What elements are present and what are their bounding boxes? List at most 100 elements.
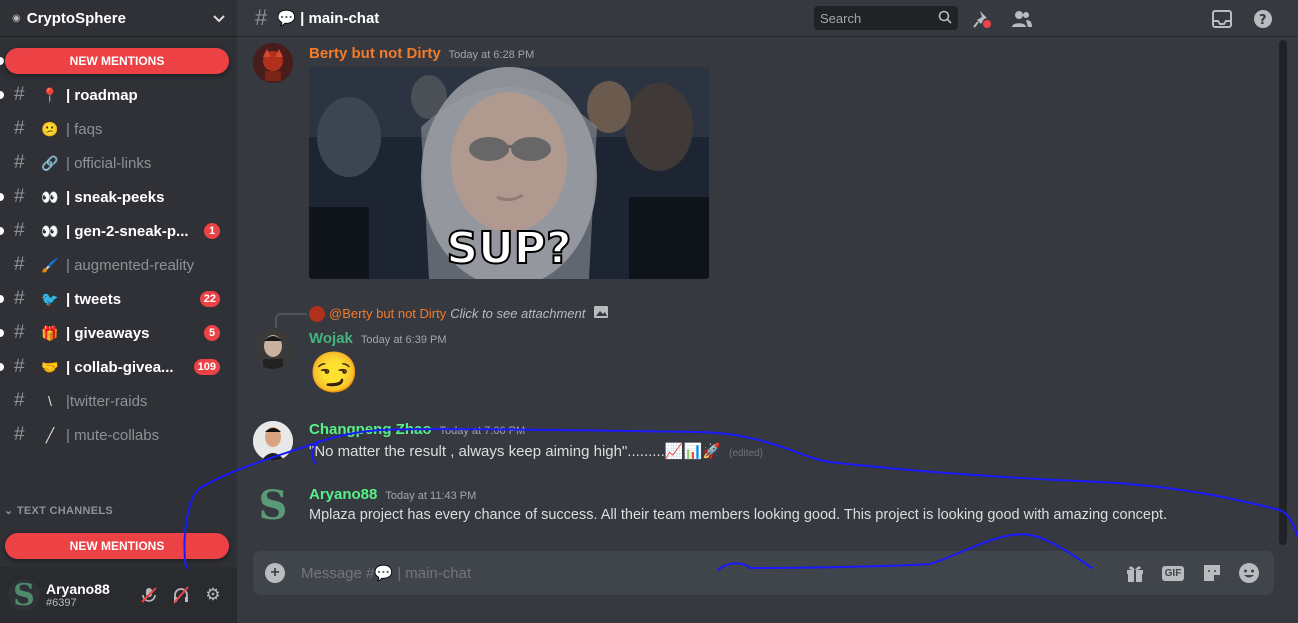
hash-icon: # xyxy=(14,356,25,377)
mute-icon[interactable] xyxy=(133,579,165,611)
edited-label: (edited) xyxy=(729,448,763,459)
reply-text[interactable]: Click to see attachment xyxy=(450,306,585,321)
message-scrollbar[interactable] xyxy=(1279,40,1287,545)
channel-item[interactable]: # 🖌️ | augmented-reality xyxy=(0,248,237,282)
emoji-icon[interactable] xyxy=(1237,562,1261,584)
server-header[interactable]: ◉ CryptoSphere xyxy=(0,0,237,37)
mention-badge: 22 xyxy=(199,291,220,307)
message-timestamp: Today at 6:39 PM xyxy=(360,334,447,346)
search-icon xyxy=(938,10,952,27)
unread-indicator xyxy=(0,57,4,65)
hash-icon: # xyxy=(14,186,25,207)
channel-item[interactable]: # 👀 | gen-2-sneak-p... 1 xyxy=(0,214,237,248)
channel-name: | collab-givea... xyxy=(66,358,174,376)
user-tag: #6397 xyxy=(46,597,77,609)
channel-emoji: 🎁 xyxy=(41,324,59,341)
reply-author[interactable]: @Berty but not Dirty xyxy=(329,306,446,321)
message-author[interactable]: Changpeng Zhao xyxy=(309,421,432,438)
channel-emoji: 🔗 xyxy=(41,154,59,171)
category-text-channels[interactable]: ⌄ TEXT CHANNELS xyxy=(4,504,113,517)
mention-badge: 109 xyxy=(193,359,220,375)
unread-indicator xyxy=(0,91,4,99)
message-author[interactable]: Aryano88 xyxy=(309,486,377,503)
channel-sidebar: ◉ CryptoSphere #📖| our-story1#📍| roadmap… xyxy=(0,0,237,623)
inbox-icon[interactable] xyxy=(1211,8,1233,30)
members-icon[interactable] xyxy=(1011,8,1033,30)
hash-icon: # xyxy=(14,220,25,241)
message-author[interactable]: Berty but not Dirty xyxy=(309,45,441,62)
channel-header: # 💬 | main-chat xyxy=(237,0,1298,37)
message-header: Changpeng Zhao Today at 7:06 PM xyxy=(309,421,525,438)
avatar[interactable] xyxy=(253,421,293,461)
add-attachment-icon[interactable]: + xyxy=(265,563,285,583)
message-timestamp: Today at 7:06 PM xyxy=(439,425,526,437)
channel-item[interactable]: # ╱ | mute-collabs xyxy=(0,418,237,452)
channel-emoji: 🖌️ xyxy=(41,256,59,273)
channel-list: #📖| our-story1#📍| roadmap#😕| faqs#🔗| off… xyxy=(0,44,237,452)
image-icon xyxy=(593,305,609,322)
message-input[interactable]: Message #💬 | main-chat xyxy=(301,564,471,582)
username: Aryano88 xyxy=(46,581,110,597)
avatar[interactable] xyxy=(253,43,293,83)
pin-icon[interactable] xyxy=(971,8,993,30)
channel-emoji: 👀 xyxy=(41,222,59,239)
gif-caption: SUP? xyxy=(446,223,571,274)
hash-icon: # xyxy=(14,118,25,139)
gift-icon[interactable] xyxy=(1123,562,1147,584)
channel-emoji: 📍 xyxy=(41,86,59,103)
reply-avatar xyxy=(309,305,325,322)
channel-name: | mute-collabs xyxy=(66,426,160,444)
message-emoji: 😏 xyxy=(309,351,359,395)
new-mentions-bottom-button[interactable]: NEW MENTIONS xyxy=(5,533,229,559)
server-badge-icon: ◉ xyxy=(12,12,21,24)
channel-name: | sneak-peeks xyxy=(66,188,165,206)
channel-item[interactable]: # 🤝 | collab-givea... 109 xyxy=(0,350,237,384)
channel-emoji: 😕 xyxy=(41,120,59,137)
channel-name: | faqs xyxy=(66,120,103,138)
hash-icon: # xyxy=(14,424,25,445)
channel-name: | giveaways xyxy=(66,324,150,342)
message-header: Aryano88 Today at 11:43 PM xyxy=(309,486,476,503)
new-mentions-top-button[interactable]: NEW MENTIONS xyxy=(5,48,229,74)
channel-emoji: 🐦 xyxy=(41,290,59,307)
search-input[interactable]: Search xyxy=(814,6,958,30)
deafen-icon[interactable] xyxy=(165,579,197,611)
unread-indicator xyxy=(0,363,4,371)
reply-reference[interactable]: @Berty but not Dirty Click to see attach… xyxy=(309,305,609,322)
avatar[interactable] xyxy=(253,329,293,369)
hash-icon: # xyxy=(14,390,25,411)
message-header: Wojak Today at 6:39 PM xyxy=(309,330,447,347)
channel-name: |twitter-raids xyxy=(66,392,148,410)
channel-item[interactable]: # 🐦 | tweets 22 xyxy=(0,282,237,316)
message-author[interactable]: Wojak xyxy=(309,330,353,347)
unread-indicator xyxy=(0,193,4,201)
avatar[interactable]: S xyxy=(8,578,40,613)
channel-item[interactable]: # 🔗 | official-links xyxy=(0,146,237,180)
message-timestamp: Today at 11:43 PM xyxy=(385,490,477,502)
channel-emoji: 👀 xyxy=(41,188,59,205)
chevron-down-icon[interactable] xyxy=(213,10,225,26)
hash-icon: # xyxy=(14,84,25,105)
message-text: "No matter the result , always keep aimi… xyxy=(309,442,763,460)
channel-item[interactable]: # 😕 | faqs xyxy=(0,112,237,146)
message-composer[interactable]: + Message #💬 | main-chat GIF xyxy=(253,551,1274,595)
user-panel: S Aryano88 #6397 ⚙ xyxy=(0,567,237,623)
gif-attachment[interactable]: SUP? xyxy=(309,67,709,279)
gear-icon[interactable]: ⚙ xyxy=(197,579,229,611)
channel-item[interactable]: # 🎁 | giveaways 5 xyxy=(0,316,237,350)
channel-name: | gen-2-sneak-p... xyxy=(66,222,189,240)
channel-name: | augmented-reality xyxy=(66,256,195,274)
avatar[interactable]: S xyxy=(253,485,293,525)
message-timestamp: Today at 6:28 PM xyxy=(448,49,535,61)
chevron-down-icon: ⌄ xyxy=(4,505,14,517)
channel-emoji: ╱ xyxy=(45,426,55,443)
sticker-icon[interactable] xyxy=(1200,562,1224,584)
help-icon[interactable]: ? xyxy=(1252,8,1274,30)
channel-item[interactable]: # 👀 | sneak-peeks xyxy=(0,180,237,214)
server-name: CryptoSphere xyxy=(26,9,126,27)
channel-item[interactable]: # 📍 | roadmap xyxy=(0,78,237,112)
channel-name: | official-links xyxy=(66,154,152,172)
category-label: TEXT CHANNELS xyxy=(16,505,114,517)
gif-icon[interactable]: GIF xyxy=(1161,562,1185,584)
channel-item[interactable]: # \ |twitter-raids xyxy=(0,384,237,418)
